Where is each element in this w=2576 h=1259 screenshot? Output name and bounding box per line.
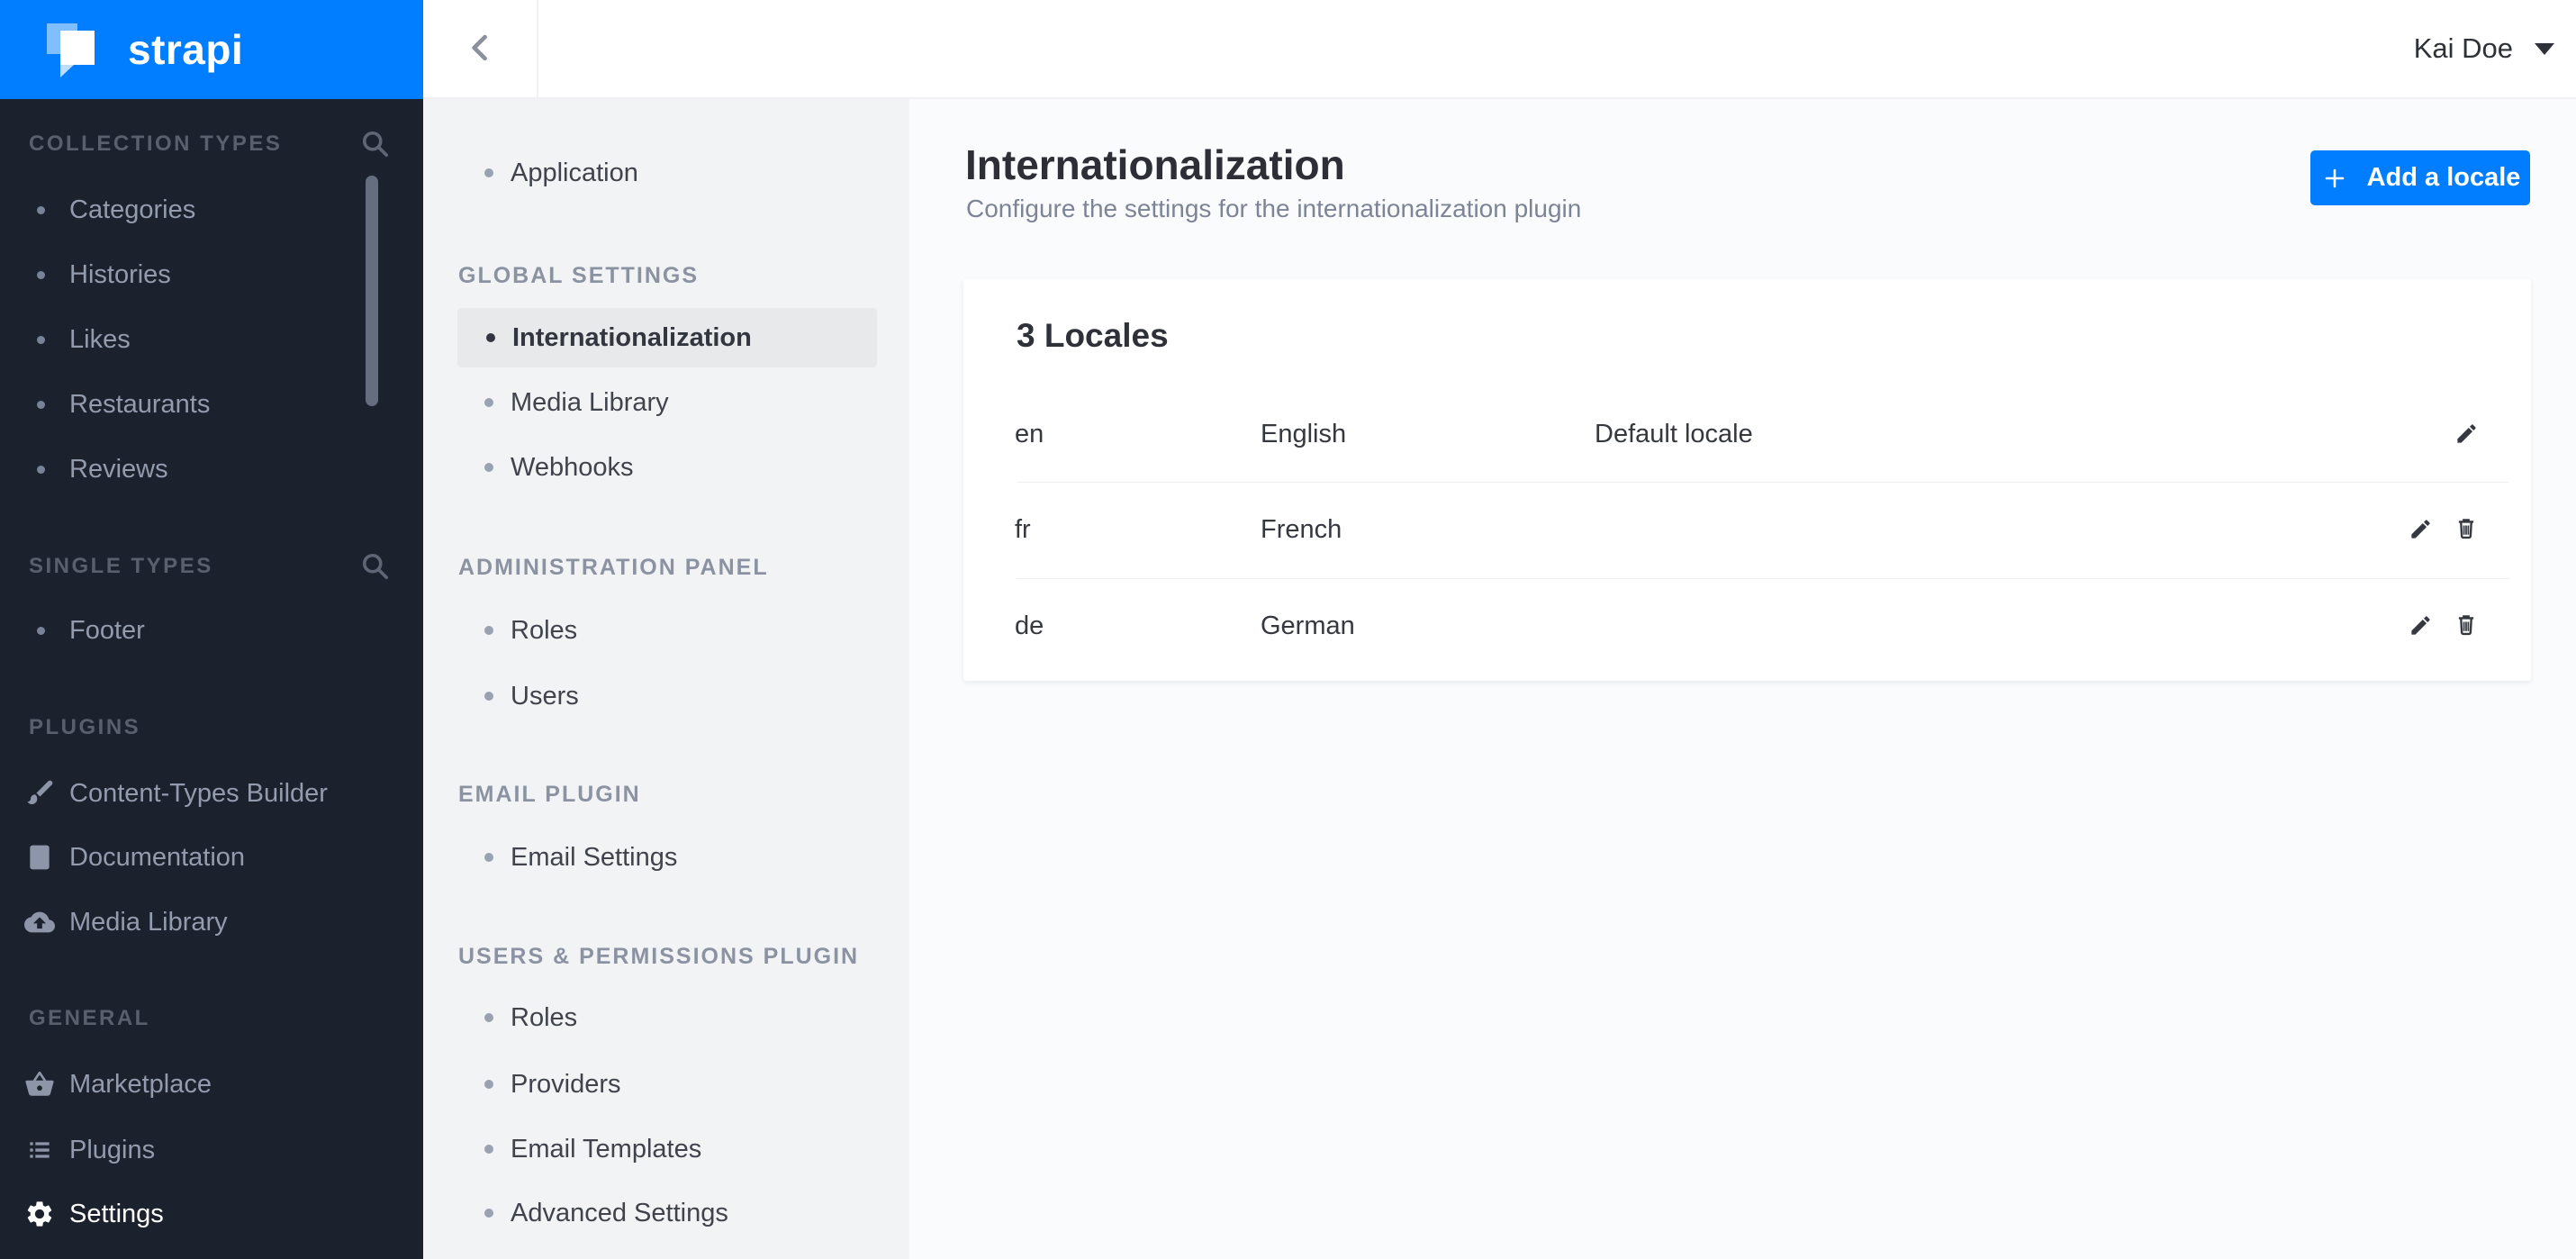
section-header-plugins: PLUGINS	[29, 715, 141, 739]
settings-group-administration-panel: ADMINISTRATION PANEL	[458, 555, 769, 580]
locale-name: German	[1261, 611, 1355, 640]
sidebar-item-content-types-builder[interactable]: Content-Types Builder	[0, 761, 423, 826]
settings-group-global-settings: GLOBAL SETTINGS	[458, 263, 700, 288]
main-content: Internationalization Configure the setti…	[909, 99, 2576, 1259]
bullet-icon	[484, 692, 493, 701]
settings-item-internationalization[interactable]: Internationalization	[457, 308, 877, 367]
locale-default-label: Default locale	[1595, 420, 1753, 448]
top-bar: Kai Doe	[423, 0, 2576, 99]
bullet-icon	[484, 463, 493, 472]
page-title: Internationalization	[965, 141, 1345, 188]
section-header-single-types: SINGLE TYPES	[29, 554, 213, 578]
locale-name: English	[1261, 420, 1347, 448]
section-header-collection-types: COLLECTION TYPES	[29, 131, 283, 156]
brand-name: strapi	[128, 26, 244, 73]
delete-locale-button[interactable]	[2453, 613, 2480, 640]
locales-card: 3 Locales en English Default locale fr F…	[963, 279, 2531, 681]
sidebar-item-likes[interactable]: Likes	[0, 307, 423, 372]
sidebar-item-media-library[interactable]: Media Library	[0, 890, 423, 955]
sidebar-scrollbar-thumb[interactable]	[366, 176, 378, 406]
settings-group-email-plugin: EMAIL PLUGIN	[458, 782, 641, 807]
settings-submenu: Application GLOBAL SETTINGS Internationa…	[423, 99, 909, 1259]
sidebar-item-marketplace[interactable]: Marketplace	[0, 1052, 423, 1117]
locale-name: French	[1261, 515, 1342, 544]
settings-item-admin-users[interactable]: Users	[423, 666, 909, 726]
settings-item-up-email-templates[interactable]: Email Templates	[423, 1119, 909, 1179]
cloud-upload-icon	[23, 906, 56, 938]
sidebar-item-footer[interactable]: Footer	[0, 598, 423, 663]
bullet-icon	[37, 465, 45, 474]
sidebar-item-categories[interactable]: Categories	[0, 177, 423, 242]
chevron-left-icon	[463, 31, 497, 68]
strapi-logo[interactable]: strapi	[0, 0, 423, 99]
settings-item-webhooks[interactable]: Webhooks	[423, 438, 909, 497]
gear-icon	[23, 1198, 56, 1230]
user-menu[interactable]: Kai Doe	[2414, 0, 2554, 97]
sidebar-item-documentation[interactable]: Documentation	[0, 825, 423, 890]
search-icon[interactable]	[357, 126, 393, 162]
back-button[interactable]	[423, 0, 538, 97]
bullet-icon	[37, 335, 45, 344]
sidebar-item-histories[interactable]: Histories	[0, 242, 423, 307]
settings-item-email-settings[interactable]: Email Settings	[423, 828, 909, 887]
locale-row-de[interactable]: de German	[963, 578, 2531, 675]
locales-card-title: 3 Locales	[1017, 317, 1169, 354]
delete-locale-button[interactable]	[2453, 517, 2480, 544]
plus-icon	[2320, 164, 2349, 193]
bullet-icon	[37, 626, 45, 635]
bullet-icon	[484, 1145, 493, 1154]
list-icon	[23, 1134, 56, 1166]
bullet-icon	[484, 398, 493, 407]
settings-item-media-library[interactable]: Media Library	[423, 373, 909, 432]
edit-pencil-icon	[2409, 613, 2433, 640]
book-icon	[23, 841, 56, 874]
user-name: Kai Doe	[2413, 32, 2513, 64]
edit-pencil-icon	[2454, 421, 2479, 448]
settings-group-users-permissions-plugin: USERS & PERMISSIONS PLUGIN	[458, 944, 860, 969]
search-icon[interactable]	[357, 548, 393, 584]
settings-item-up-advanced-settings[interactable]: Advanced Settings	[423, 1183, 909, 1243]
bullet-icon	[484, 626, 493, 635]
add-locale-button[interactable]: Add a locale	[2310, 150, 2530, 205]
edit-pencil-icon	[2409, 517, 2433, 544]
bullet-icon	[484, 1080, 493, 1089]
basket-icon	[23, 1068, 56, 1100]
bullet-icon	[37, 400, 45, 409]
edit-locale-button[interactable]	[2407, 613, 2434, 640]
section-header-general: GENERAL	[29, 1006, 150, 1030]
delete-trash-icon	[2454, 517, 2478, 543]
bullet-icon	[484, 853, 493, 862]
locale-code: de	[1015, 611, 1044, 640]
sidebar-item-reviews[interactable]: Reviews	[0, 437, 423, 502]
locale-row-en[interactable]: en English Default locale	[963, 386, 2531, 483]
paintbrush-icon	[23, 777, 56, 810]
bullet-icon	[37, 205, 45, 214]
sidebar-item-plugins[interactable]: Plugins	[0, 1118, 423, 1182]
strapi-admin-app: strapi COLLECTION TYPES Categories Histo…	[0, 0, 2576, 1259]
settings-item-admin-roles[interactable]: Roles	[423, 601, 909, 660]
sidebar-item-settings[interactable]: Settings	[0, 1182, 423, 1246]
edit-locale-button[interactable]	[2407, 517, 2434, 544]
settings-item-up-providers[interactable]: Providers	[423, 1055, 909, 1114]
settings-item-application[interactable]: Application	[423, 143, 909, 203]
main-sidebar: strapi COLLECTION TYPES Categories Histo…	[0, 0, 423, 1259]
bullet-icon	[484, 1209, 493, 1218]
page-subtitle: Configure the settings for the internati…	[966, 195, 1582, 222]
settings-item-up-roles[interactable]: Roles	[423, 988, 909, 1047]
bullet-icon	[37, 270, 45, 279]
locale-code: en	[1015, 420, 1044, 448]
bullet-icon	[486, 333, 495, 342]
bullet-icon	[484, 168, 493, 177]
bullet-icon	[484, 1013, 493, 1022]
sidebar-item-restaurants[interactable]: Restaurants	[0, 372, 423, 437]
locale-row-fr[interactable]: fr French	[963, 482, 2531, 578]
chevron-down-icon	[2535, 42, 2554, 55]
strapi-logo-icon	[47, 17, 110, 82]
delete-trash-icon	[2454, 613, 2478, 639]
locale-code: fr	[1015, 515, 1031, 544]
edit-locale-button[interactable]	[2453, 421, 2480, 448]
